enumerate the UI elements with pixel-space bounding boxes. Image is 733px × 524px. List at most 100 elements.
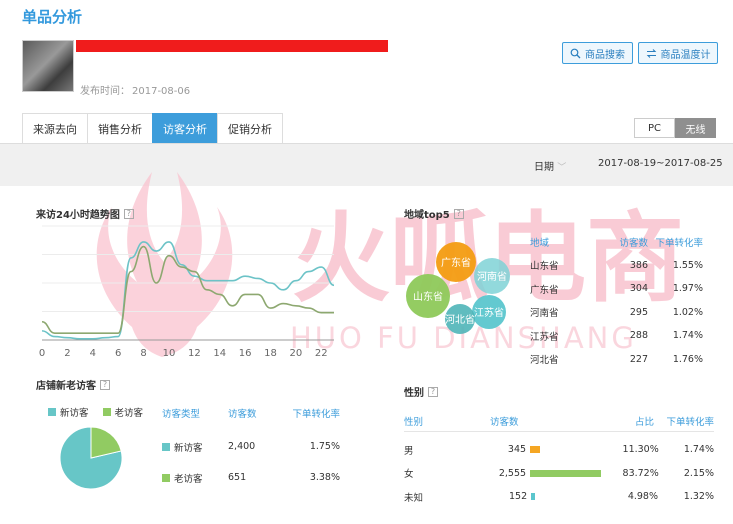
gender-label: 未知 — [404, 492, 424, 504]
visitor-count: 2,400 — [228, 441, 256, 452]
table-row: 河北省 227 1.76% — [530, 348, 710, 372]
legend-swatch — [48, 408, 56, 416]
region-rate: 1.97% — [672, 283, 703, 295]
gender-label: 男 — [404, 445, 414, 457]
visitors-table: 访客类型 访客数 下单转化率 新访客 2,400 1.75% 老访客 651 3… — [162, 405, 340, 493]
series-line-0[interactable] — [41, 241, 335, 340]
region-name: 山东省 — [530, 261, 559, 273]
table-row: 山东省 386 1.55% — [530, 254, 710, 278]
col-header: 访客类型 — [162, 409, 201, 420]
x-tick-label: 2 — [64, 348, 70, 359]
region-table: 地域 访客数 下单转化率 山东省 386 1.55% 广东省 304 1.97%… — [530, 230, 710, 371]
legend-item-new[interactable]: 新访客 — [48, 405, 89, 419]
col-header: 下单转化率 — [655, 237, 703, 249]
col-header: 下单转化率 — [292, 409, 340, 420]
col-header: 地域 — [530, 237, 550, 249]
gender-label: 女 — [404, 469, 414, 481]
tab-source[interactable]: 来源去向 — [22, 113, 88, 143]
region-visitors: 227 — [629, 353, 648, 365]
table-row: 广东省 304 1.97% — [530, 277, 710, 301]
table-row: 女 2,555 83.72% 2.15% — [404, 462, 714, 486]
row-swatch — [162, 442, 170, 451]
gender-visitors: 152 — [509, 491, 528, 503]
table-header: 访客类型 访客数 下单转化率 — [162, 405, 340, 421]
series-line-1[interactable] — [41, 245, 334, 334]
pc-toggle-button[interactable]: PC — [634, 118, 675, 138]
visitors-title: 店铺新老访客 — [36, 381, 96, 392]
help-icon[interactable]: ? — [453, 208, 464, 219]
col-header: 访客数 — [228, 409, 257, 420]
region-visitors: 295 — [629, 306, 648, 318]
tab-promotion[interactable]: 促销分析 — [217, 113, 283, 143]
bubble-label: 广东省 — [441, 256, 471, 269]
region-bubble-chart: 广东省 河南省 山东省 江苏省 河北省 — [406, 242, 510, 334]
x-tick-label: 4 — [90, 348, 96, 359]
trend-title-row: 来访24小时趋势图 ? — [36, 206, 134, 221]
region-name: 河南省 — [530, 308, 559, 320]
region-visitors: 304 — [629, 283, 648, 295]
trend-title: 来访24小时趋势图 — [36, 210, 120, 221]
region-rate: 1.76% — [672, 353, 703, 365]
product-thermometer-label: 商品温度计 — [660, 49, 711, 61]
product-search-label: 商品搜索 — [585, 49, 625, 61]
search-icon — [570, 48, 581, 58]
analysis-tabs: 来源去向 销售分析 访客分析 促销分析 — [22, 113, 283, 143]
visitors-pie-chart — [59, 426, 123, 490]
table-row: 江苏省 288 1.74% — [530, 324, 710, 348]
x-tick-label: 10 — [163, 348, 176, 359]
product-thumbnail[interactable] — [22, 40, 74, 92]
region-name: 广东省 — [530, 284, 559, 296]
share-bar — [531, 493, 536, 501]
page: 单品分析 发布时间： 2017-08-06 商品搜索 商品温度计 来源去向 销售分… — [0, 0, 733, 524]
wireless-toggle-button[interactable]: 无线 — [675, 118, 716, 138]
publish-time: 发布时间： 2017-08-06 — [78, 82, 190, 97]
region-title-row: 地域top5 ? — [404, 206, 464, 221]
legend-item-returning[interactable]: 老访客 — [102, 405, 143, 419]
trend-chart: 0 2 4 6 8 10 12 14 16 18 20 22 — [39, 225, 335, 359]
date-dropdown[interactable]: 日期 ﹀ — [534, 158, 566, 173]
table-row: 老访客 651 3.38% — [162, 462, 340, 493]
x-tick-label: 22 — [315, 348, 328, 359]
x-tick-label: 16 — [239, 348, 252, 359]
legend-label: 新访客 — [60, 408, 89, 419]
x-tick-label: 20 — [290, 348, 303, 359]
publish-date: 2017-08-06 — [132, 86, 191, 97]
visitor-rate: 3.38% — [309, 472, 340, 483]
gender-table: 性别 访客数 占比 下单转化率 男 345 11.30% 1.74% 女 2,5… — [404, 414, 714, 509]
product-search-button[interactable]: 商品搜索 — [562, 42, 633, 64]
visitor-count: 651 — [228, 472, 247, 483]
help-icon[interactable]: ? — [100, 379, 110, 390]
region-title: 地域top5 — [404, 210, 450, 221]
page-title: 单品分析 — [22, 8, 83, 26]
x-tick-label: 8 — [140, 348, 146, 359]
chevron-down-icon: ﹀ — [557, 163, 567, 173]
region-name: 江苏省 — [530, 331, 559, 343]
bubble-label: 江苏省 — [474, 306, 504, 319]
col-header: 下单转化率 — [666, 417, 714, 428]
gender-title-row: 性别 ? — [404, 384, 438, 399]
tab-visitors[interactable]: 访客分析 — [152, 113, 218, 143]
col-header: 访客数 — [490, 417, 519, 428]
region-rate: 1.55% — [672, 259, 703, 271]
region-rate: 1.74% — [672, 330, 703, 342]
help-icon[interactable]: ? — [123, 208, 134, 219]
bubble-label: 山东省 — [413, 290, 443, 303]
row-swatch — [162, 473, 170, 482]
gender-share: 83.72% — [622, 467, 659, 479]
tab-sales[interactable]: 销售分析 — [87, 113, 153, 143]
region-visitors: 386 — [629, 259, 648, 271]
table-row: 男 345 11.30% 1.74% — [404, 438, 714, 462]
product-thermometer-button[interactable]: 商品温度计 — [638, 42, 718, 64]
help-icon[interactable]: ? — [428, 386, 438, 397]
visitor-type: 老访客 — [174, 473, 203, 485]
redacted-product-name — [76, 40, 388, 52]
x-tick-label: 6 — [115, 348, 121, 359]
x-tick-label: 18 — [264, 348, 277, 359]
table-header: 地域 访客数 下单转化率 — [530, 230, 710, 254]
gender-rate: 1.74% — [683, 444, 715, 456]
date-range: 2017-08-19~2017-08-25 — [598, 158, 723, 169]
date-label: 日期 — [534, 162, 554, 173]
x-tick-label: 12 — [188, 348, 201, 359]
gender-rate: 2.15% — [683, 467, 715, 479]
col-header: 性别 — [404, 417, 424, 428]
